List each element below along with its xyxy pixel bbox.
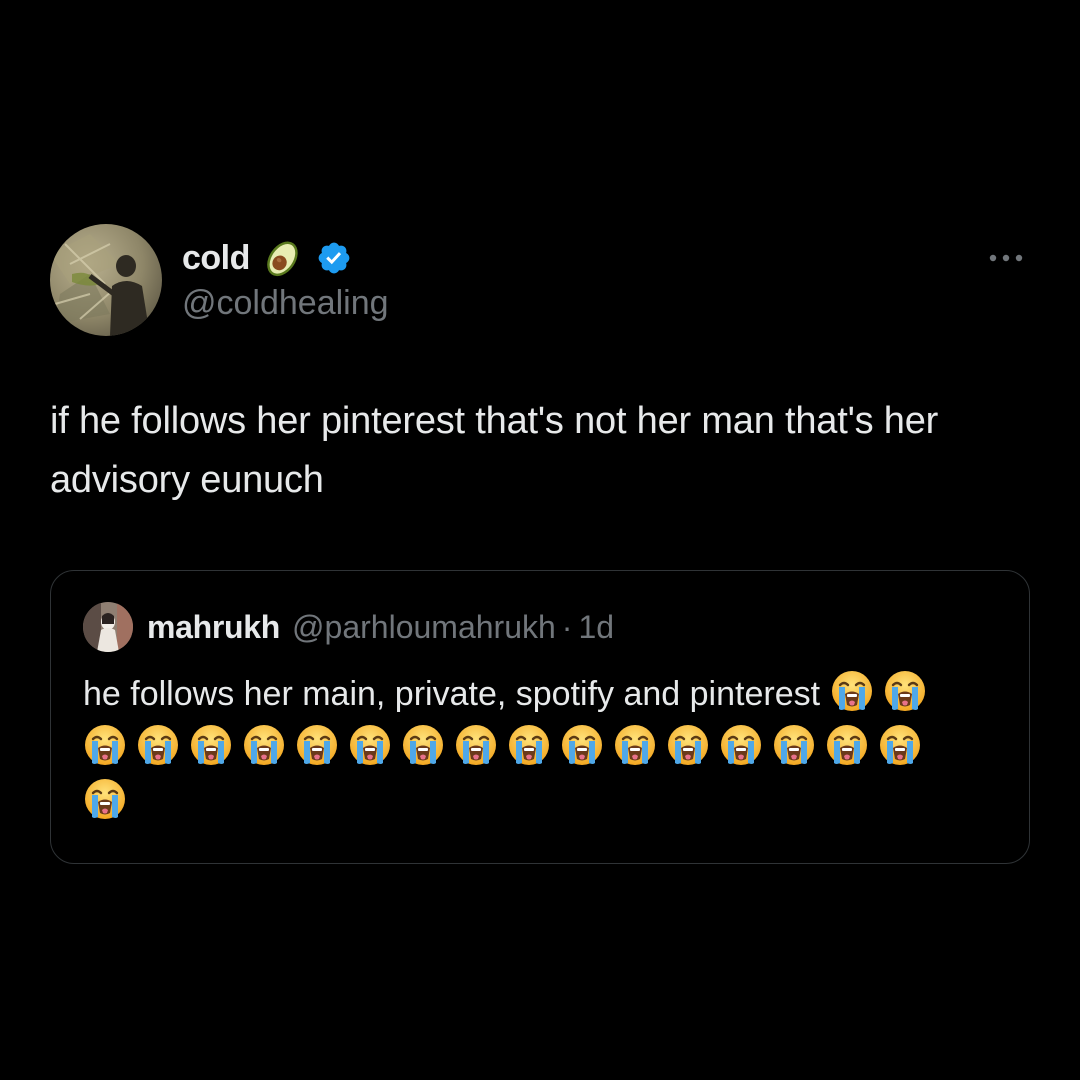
loudly-crying-face-emoji-icon (348, 723, 392, 767)
loudly-crying-face-emoji-icon (825, 723, 869, 767)
author-handle[interactable]: @coldhealing (182, 284, 389, 323)
loudly-crying-face-emoji-icon (83, 777, 127, 821)
loudly-crying-face-emoji-icon (830, 669, 874, 713)
quoted-author-avatar[interactable] (83, 602, 133, 652)
verified-badge-icon[interactable] (316, 240, 352, 276)
loudly-crying-face-emoji-icon (242, 723, 286, 767)
tweet-text: if he follows her pinterest that's not h… (50, 400, 939, 501)
loudly-crying-face-emoji-icon (295, 723, 339, 767)
author-display-name[interactable]: cold (182, 239, 250, 278)
more-options-icon[interactable] (986, 248, 1026, 268)
separator-dot: · (561, 608, 573, 645)
loudly-crying-face-emoji-icon (189, 723, 233, 767)
quoted-author-display-name[interactable]: mahrukh (147, 609, 280, 646)
loudly-crying-face-emoji-icon (613, 723, 657, 767)
quoted-tweet-text: he follows her main, private, spotify an… (83, 667, 983, 829)
loudly-crying-face-emoji-icon (401, 723, 445, 767)
quoted-tweet-timestamp[interactable]: 1d (578, 609, 614, 646)
loudly-crying-face-emoji-icon (772, 723, 816, 767)
loudly-crying-face-emoji-icon (883, 669, 927, 713)
author-name-row[interactable]: cold (182, 236, 352, 280)
avocado-emoji-icon (260, 235, 306, 281)
loudly-crying-face-emoji-icon (136, 723, 180, 767)
loudly-crying-face-emoji-icon (666, 723, 710, 767)
quoted-author-handle[interactable]: @parhloumahrukh (292, 609, 556, 646)
loudly-crying-face-emoji-icon (719, 723, 763, 767)
tweet-header: cold @coldhealing (50, 224, 1030, 336)
quoted-tweet-text-content: he follows her main, private, spotify an… (83, 675, 821, 713)
loudly-crying-face-emoji-icon (83, 723, 127, 767)
loudly-crying-face-emoji-icon (560, 723, 604, 767)
tweet-card: cold @coldhealing if he follows her pint… (50, 224, 1030, 864)
loudly-crying-face-emoji-icon (507, 723, 551, 767)
quoted-tweet[interactable]: mahrukh @parhloumahrukh · 1d he follows … (50, 570, 1030, 864)
quoted-tweet-header: mahrukh @parhloumahrukh · 1d (83, 601, 997, 653)
loudly-crying-face-emoji-icon (878, 723, 922, 767)
loudly-crying-face-emoji-icon (454, 723, 498, 767)
author-avatar[interactable] (50, 224, 162, 336)
